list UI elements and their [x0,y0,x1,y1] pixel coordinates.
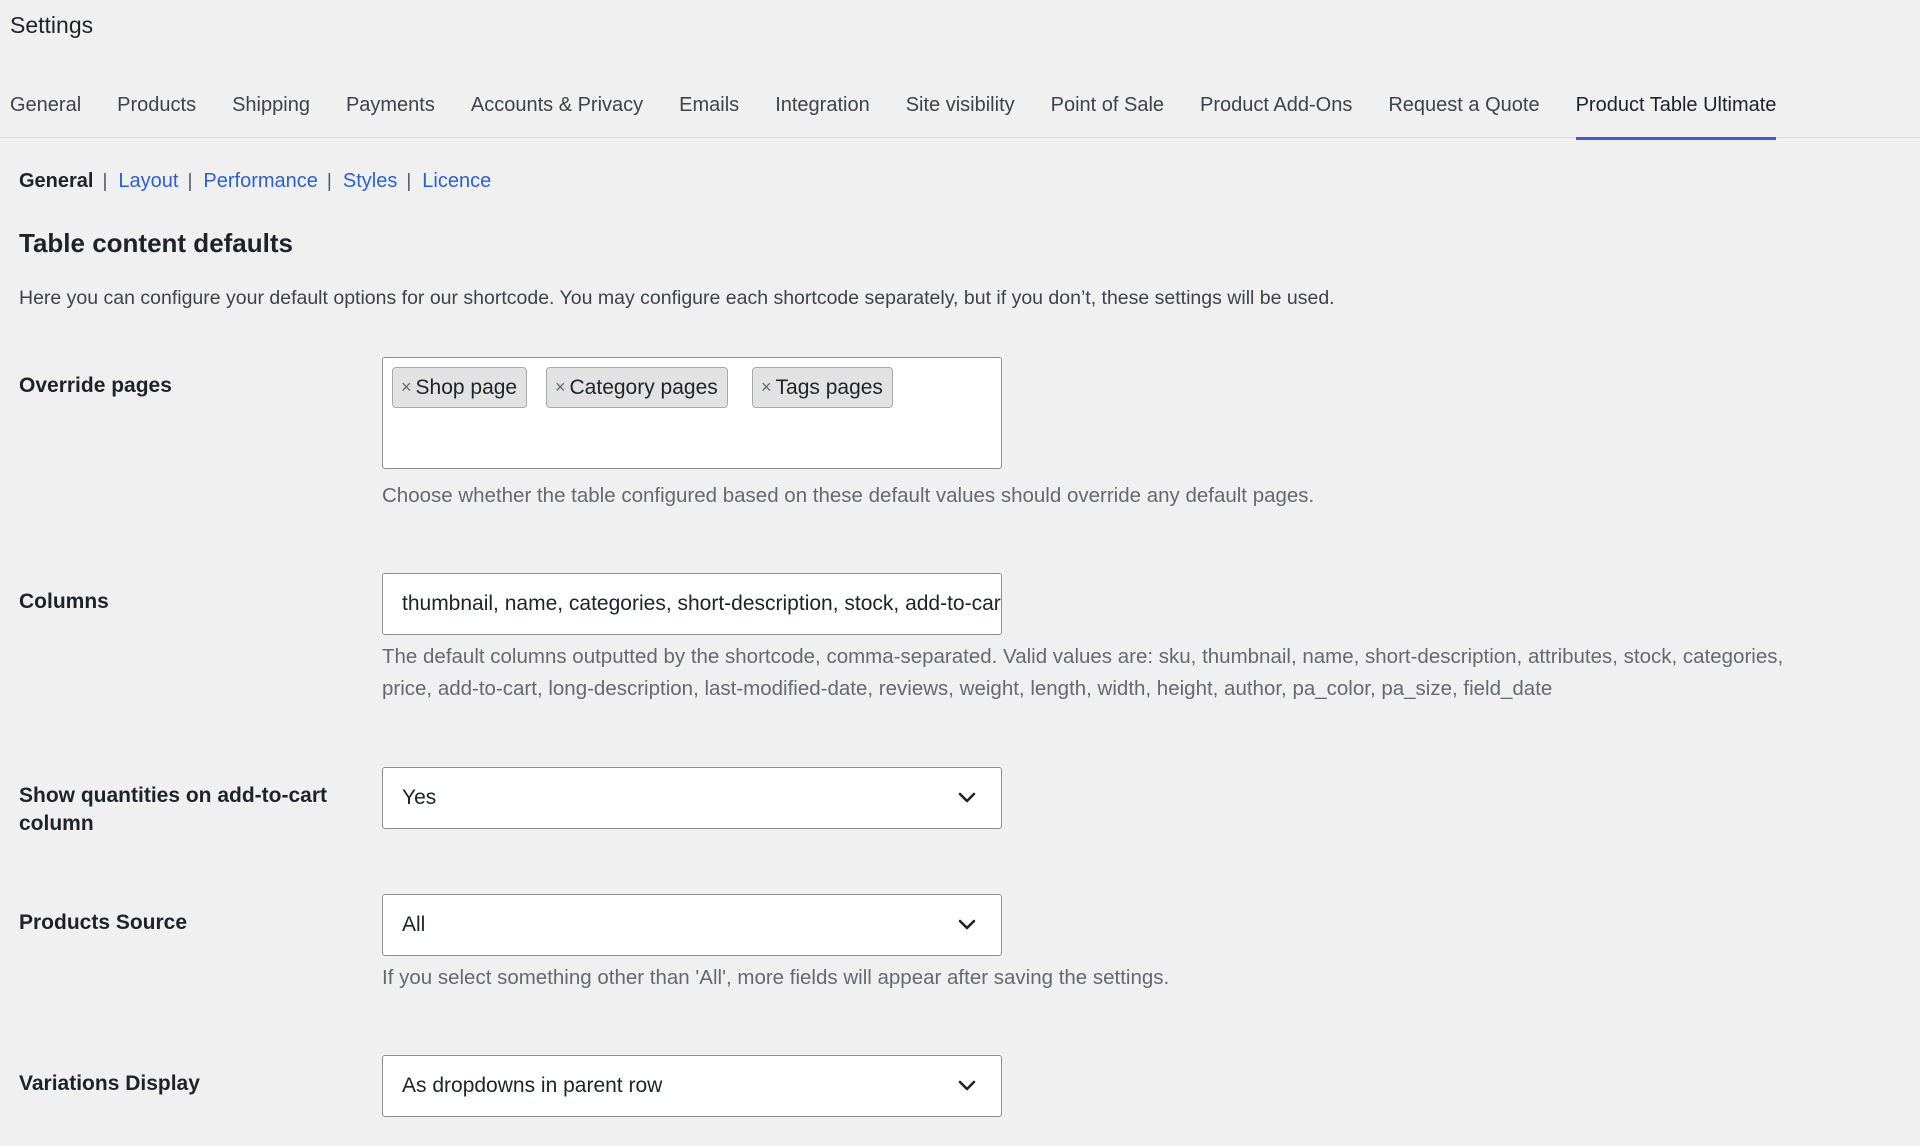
variations-display-select[interactable]: As dropdowns in parent row [382,1055,1002,1117]
tag-category-pages: × Category pages [546,367,728,408]
products-source-help: If you select something other than 'All'… [382,966,1170,989]
subnav-performance[interactable]: Performance [203,170,318,193]
show-quantities-select[interactable]: Yes [382,767,1002,829]
chevron-down-icon [958,919,976,930]
tab-integration[interactable]: Integration [775,80,870,140]
columns-label: Columns [19,590,109,613]
tab-product-table-ultimate[interactable]: Product Table Ultimate [1575,80,1777,140]
selected-value: All [402,913,426,936]
tab-shipping[interactable]: Shipping [232,80,310,140]
tag-label: Category pages [569,375,718,399]
subnav-separator: | [102,170,108,192]
selected-value: Yes [402,786,437,809]
subnav-styles[interactable]: Styles [343,170,397,193]
override-pages-label: Override pages [19,374,172,397]
tag-shop-page: × Shop page [392,367,528,408]
tag-tags-pages: × Tags pages [752,367,893,408]
tab-emails[interactable]: Emails [679,80,739,140]
override-pages-help: Choose whether the table configured base… [382,484,1315,507]
columns-help-line-2: price, add-to-cart, long-description, la… [382,677,1553,700]
override-pages-multiselect[interactable]: × Shop page × Category pages × Tags page… [382,357,1002,469]
tag-label: Shop page [415,375,518,399]
chevron-down-icon [958,1080,976,1091]
tab-request-a-quote[interactable]: Request a Quote [1388,80,1539,140]
close-icon[interactable]: × [555,377,566,398]
tab-payments[interactable]: Payments [346,80,435,140]
subnav-separator: | [187,170,193,192]
columns-help-line-1: The default columns outputted by the sho… [382,645,1784,668]
section-title: Table content defaults [19,228,293,258]
tab-site-visibility[interactable]: Site visibility [906,80,1015,140]
sub-navigation: General | Layout | Performance | Styles … [19,170,491,193]
tab-general[interactable]: General [10,80,81,140]
columns-input[interactable]: thumbnail, name, categories, short-descr… [382,573,1002,635]
variations-display-label: Variations Display [19,1072,200,1095]
subnav-general[interactable]: General [19,170,93,193]
products-source-label: Products Source [19,911,188,934]
subnav-separator: | [326,170,332,192]
tab-accounts-privacy[interactable]: Accounts & Privacy [471,80,643,140]
close-icon[interactable]: × [401,377,412,398]
products-source-select[interactable]: All [382,894,1002,956]
chevron-down-icon [958,792,976,803]
selected-value: As dropdowns in parent row [402,1074,663,1097]
tab-products[interactable]: Products [117,80,196,140]
tab-point-of-sale[interactable]: Point of Sale [1051,80,1164,140]
page-title: Settings [10,12,94,38]
tag-label: Tags pages [775,375,883,399]
show-quantities-label: Show quantities on add-to-cart column [19,784,327,835]
subnav-licence[interactable]: Licence [422,170,491,193]
subnav-layout[interactable]: Layout [118,170,178,193]
tab-product-add-ons[interactable]: Product Add-Ons [1200,80,1352,140]
section-description: Here you can configure your default opti… [19,287,1335,309]
subnav-separator: | [406,170,412,192]
close-icon[interactable]: × [761,377,772,398]
settings-tabs: General Products Shipping Payments Accou… [0,80,1920,140]
